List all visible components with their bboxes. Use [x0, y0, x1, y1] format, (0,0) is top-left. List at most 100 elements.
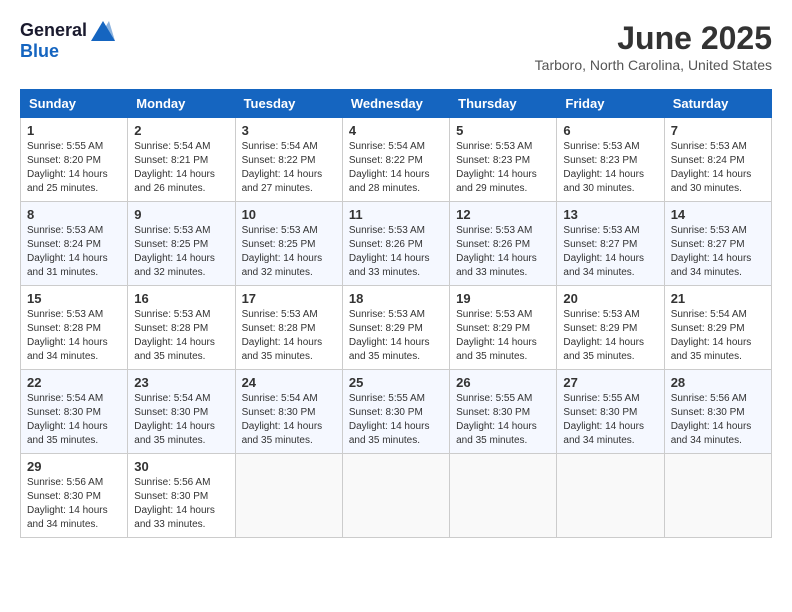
calendar-cell: 15 Sunrise: 5:53 AM Sunset: 8:28 PM Dayli…: [21, 286, 128, 370]
cell-info: Sunrise: 5:53 AM Sunset: 8:28 PM Dayligh…: [242, 308, 336, 364]
calendar-cell: 9 Sunrise: 5:53 AM Sunset: 8:25 PM Daylig…: [128, 202, 235, 286]
calendar-cell: 19 Sunrise: 5:53 AM Sunset: 8:29 PM Dayli…: [450, 286, 557, 370]
cell-info: Sunrise: 5:55 AM Sunset: 8:30 PM Dayligh…: [456, 392, 550, 448]
day-number: 29: [27, 459, 121, 474]
calendar-cell: 13Sunrise: 5:53 AM Sunset: 8:27 PM Dayli…: [557, 202, 664, 286]
cell-info: Sunrise: 5:53 AM Sunset: 8:23 PM Dayligh…: [563, 140, 657, 196]
day-number: 23: [134, 375, 228, 390]
calendar-cell: 14 Sunrise: 5:53 AM Sunset: 8:27 PM Dayli…: [664, 202, 771, 286]
weekday-header-thursday: Thursday: [450, 90, 557, 118]
calendar-cell: 10 Sunrise: 5:53 AM Sunset: 8:25 PM Dayli…: [235, 202, 342, 286]
day-number: 18: [349, 291, 443, 306]
day-number: 6: [563, 123, 657, 138]
calendar-cell: 21Sunrise: 5:54 AM Sunset: 8:29 PM Dayli…: [664, 286, 771, 370]
cell-info: Sunrise: 5:53 AM Sunset: 8:29 PM Dayligh…: [563, 308, 657, 364]
cell-info: Sunrise: 5:56 AM Sunset: 8:30 PM Dayligh…: [27, 476, 121, 532]
calendar-cell: [450, 454, 557, 538]
day-number: 4: [349, 123, 443, 138]
weekday-header-friday: Friday: [557, 90, 664, 118]
calendar-cell: 29 Sunrise: 5:56 AM Sunset: 8:30 PM Dayli…: [21, 454, 128, 538]
calendar-title: June 2025: [535, 20, 772, 57]
day-number: 3: [242, 123, 336, 138]
day-number: 14: [671, 207, 765, 222]
day-number: 25: [349, 375, 443, 390]
cell-info: Sunrise: 5:53 AM Sunset: 8:26 PM Dayligh…: [349, 224, 443, 280]
calendar-week-5: 29 Sunrise: 5:56 AM Sunset: 8:30 PM Dayli…: [21, 454, 772, 538]
cell-info: Sunrise: 5:54 AM Sunset: 8:30 PM Dayligh…: [134, 392, 228, 448]
day-number: 26: [456, 375, 550, 390]
cell-info: Sunrise: 5:54 AM Sunset: 8:30 PM Dayligh…: [242, 392, 336, 448]
calendar-cell: 25 Sunrise: 5:55 AM Sunset: 8:30 PM Dayli…: [342, 370, 449, 454]
calendar-cell: 23 Sunrise: 5:54 AM Sunset: 8:30 PM Dayli…: [128, 370, 235, 454]
calendar-week-2: 8Sunrise: 5:53 AM Sunset: 8:24 PM Daylig…: [21, 202, 772, 286]
weekday-header-monday: Monday: [128, 90, 235, 118]
calendar-cell: 22Sunrise: 5:54 AM Sunset: 8:30 PM Dayli…: [21, 370, 128, 454]
cell-info: Sunrise: 5:55 AM Sunset: 8:30 PM Dayligh…: [349, 392, 443, 448]
calendar-cell: 4 Sunrise: 5:54 AM Sunset: 8:22 PM Daylig…: [342, 118, 449, 202]
calendar-cell: [342, 454, 449, 538]
cell-info: Sunrise: 5:53 AM Sunset: 8:23 PM Dayligh…: [456, 140, 550, 196]
calendar-cell: 2Sunrise: 5:54 AM Sunset: 8:21 PM Daylig…: [128, 118, 235, 202]
cell-info: Sunrise: 5:53 AM Sunset: 8:29 PM Dayligh…: [456, 308, 550, 364]
calendar-cell: [557, 454, 664, 538]
calendar-cell: 3Sunrise: 5:54 AM Sunset: 8:22 PM Daylig…: [235, 118, 342, 202]
day-number: 7: [671, 123, 765, 138]
calendar-cell: 18 Sunrise: 5:53 AM Sunset: 8:29 PM Dayli…: [342, 286, 449, 370]
calendar-cell: 6 Sunrise: 5:53 AM Sunset: 8:23 PM Daylig…: [557, 118, 664, 202]
weekday-header-tuesday: Tuesday: [235, 90, 342, 118]
calendar-cell: 28 Sunrise: 5:56 AM Sunset: 8:30 PM Dayli…: [664, 370, 771, 454]
calendar-cell: 16 Sunrise: 5:53 AM Sunset: 8:28 PM Dayli…: [128, 286, 235, 370]
cell-info: Sunrise: 5:53 AM Sunset: 8:25 PM Dayligh…: [134, 224, 228, 280]
cell-info: Sunrise: 5:54 AM Sunset: 8:21 PM Dayligh…: [134, 140, 228, 196]
weekday-header-saturday: Saturday: [664, 90, 771, 118]
calendar-cell: 26 Sunrise: 5:55 AM Sunset: 8:30 PM Dayli…: [450, 370, 557, 454]
weekday-header-sunday: Sunday: [21, 90, 128, 118]
cell-info: Sunrise: 5:53 AM Sunset: 8:24 PM Dayligh…: [671, 140, 765, 196]
day-number: 24: [242, 375, 336, 390]
day-number: 9: [134, 207, 228, 222]
day-number: 27: [563, 375, 657, 390]
calendar-cell: 12 Sunrise: 5:53 AM Sunset: 8:26 PM Dayli…: [450, 202, 557, 286]
calendar-header-row: SundayMondayTuesdayWednesdayThursdayFrid…: [21, 90, 772, 118]
page-header: General Blue June 2025 Tarboro, North Ca…: [20, 20, 772, 73]
day-number: 11: [349, 207, 443, 222]
calendar-cell: 20 Sunrise: 5:53 AM Sunset: 8:29 PM Dayli…: [557, 286, 664, 370]
calendar-cell: 27 Sunrise: 5:55 AM Sunset: 8:30 PM Dayli…: [557, 370, 664, 454]
cell-info: Sunrise: 5:53 AM Sunset: 8:28 PM Dayligh…: [27, 308, 121, 364]
day-number: 22: [27, 375, 121, 390]
day-number: 8: [27, 207, 121, 222]
cell-info: Sunrise: 5:55 AM Sunset: 8:30 PM Dayligh…: [563, 392, 657, 448]
day-number: 10: [242, 207, 336, 222]
cell-info: Sunrise: 5:53 AM Sunset: 8:25 PM Dayligh…: [242, 224, 336, 280]
calendar-week-4: 22 Sunrise: 5:54 AM Sunset: 8:30 PM Dayli…: [21, 370, 772, 454]
day-number: 12: [456, 207, 550, 222]
title-section: June 2025 Tarboro, North Carolina, Unite…: [535, 20, 772, 73]
logo-icon: [91, 21, 115, 41]
calendar-cell: 30Sunrise: 5:56 AM Sunset: 8:30 PM Dayli…: [128, 454, 235, 538]
cell-info: Sunrise: 5:54 AM Sunset: 8:22 PM Dayligh…: [349, 140, 443, 196]
logo: General Blue: [20, 20, 115, 62]
calendar-cell: [235, 454, 342, 538]
day-number: 16: [134, 291, 228, 306]
cell-info: Sunrise: 5:56 AM Sunset: 8:30 PM Dayligh…: [134, 476, 228, 532]
day-number: 28: [671, 375, 765, 390]
calendar-subtitle: Tarboro, North Carolina, United States: [535, 57, 772, 73]
day-number: 20: [563, 291, 657, 306]
logo-general: General: [20, 20, 87, 41]
calendar-body: 1Sunrise: 5:55 AM Sunset: 8:20 PM Daylig…: [21, 118, 772, 538]
cell-info: Sunrise: 5:53 AM Sunset: 8:29 PM Dayligh…: [349, 308, 443, 364]
calendar-cell: [664, 454, 771, 538]
logo-blue: Blue: [20, 41, 59, 61]
calendar-table: SundayMondayTuesdayWednesdayThursdayFrid…: [20, 89, 772, 538]
cell-info: Sunrise: 5:53 AM Sunset: 8:26 PM Dayligh…: [456, 224, 550, 280]
calendar-cell: 8Sunrise: 5:53 AM Sunset: 8:24 PM Daylig…: [21, 202, 128, 286]
day-number: 21: [671, 291, 765, 306]
day-number: 19: [456, 291, 550, 306]
cell-info: Sunrise: 5:53 AM Sunset: 8:28 PM Dayligh…: [134, 308, 228, 364]
day-number: 15: [27, 291, 121, 306]
day-number: 5: [456, 123, 550, 138]
calendar-cell: 17Sunrise: 5:53 AM Sunset: 8:28 PM Dayli…: [235, 286, 342, 370]
cell-info: Sunrise: 5:56 AM Sunset: 8:30 PM Dayligh…: [671, 392, 765, 448]
cell-info: Sunrise: 5:55 AM Sunset: 8:20 PM Dayligh…: [27, 140, 121, 196]
cell-info: Sunrise: 5:53 AM Sunset: 8:27 PM Dayligh…: [671, 224, 765, 280]
